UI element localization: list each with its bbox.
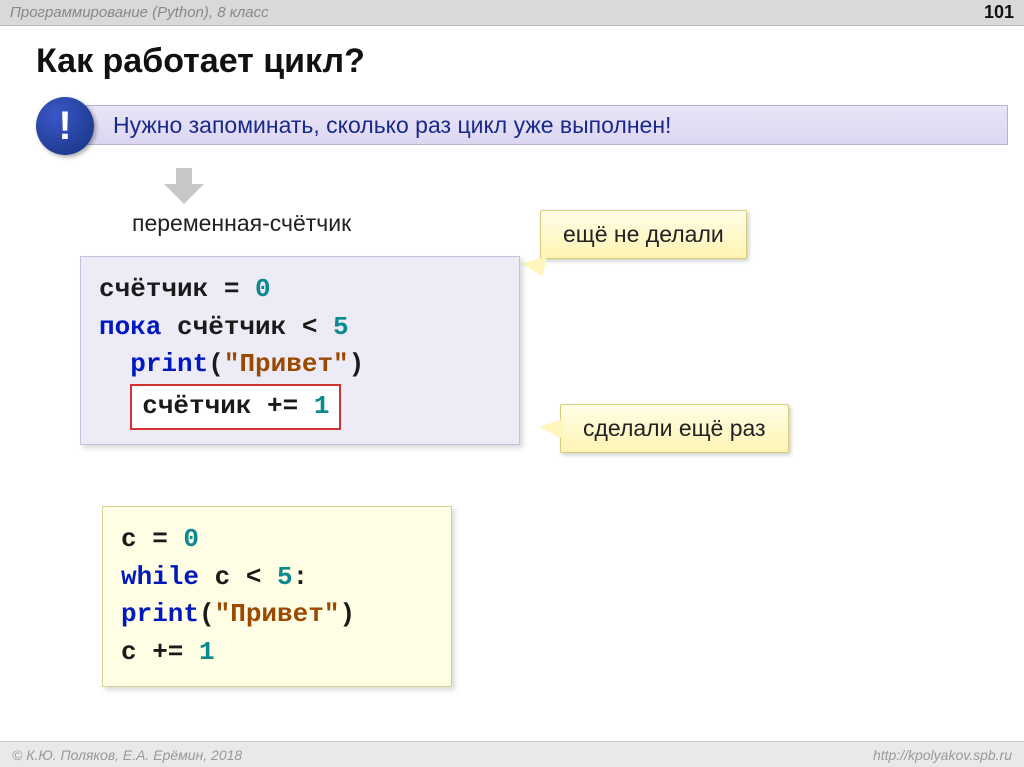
callout-done-again: сделали ещё раз	[560, 404, 789, 453]
exclamation-icon: !	[36, 97, 94, 155]
pseudocode-box: счётчик = 0 пока счётчик < 5 print("Прив…	[80, 256, 520, 445]
callout-not-done: ещё не делали	[540, 210, 747, 259]
copyright-text: © К.Ю. Поляков, Е.А. Ерёмин, 2018	[12, 747, 242, 763]
info-banner: Нужно запоминать, сколько раз цикл уже в…	[36, 97, 1008, 151]
pseudo-line-3: print("Привет")	[99, 346, 501, 384]
page-number: 101	[984, 2, 1014, 23]
counter-caption: переменная-счётчик	[132, 210, 351, 237]
pseudo-line-2: пока счётчик < 5	[99, 309, 501, 347]
pseudo-line-1: счётчик = 0	[99, 271, 501, 309]
slide-title: Как работает цикл?	[0, 26, 1024, 91]
subject-label: Программирование (Python), 8 класс	[10, 4, 269, 21]
slide-header: Программирование (Python), 8 класс 101	[0, 0, 1024, 26]
source-url-text: http://kpolyakov.spb.ru	[873, 747, 1012, 763]
arrow-down-icon	[164, 168, 204, 206]
py-line-3: print("Привет")	[121, 596, 433, 634]
banner-text: Нужно запоминать, сколько раз цикл уже в…	[113, 112, 671, 139]
slide-footer: © К.Ю. Поляков, Е.А. Ерёмин, 2018 http:/…	[0, 741, 1024, 767]
python-code-box: c = 0 while c < 5: print("Привет") c += …	[102, 506, 452, 687]
py-line-2: while c < 5:	[121, 559, 433, 597]
py-line-1: c = 0	[121, 521, 433, 559]
py-line-4: c += 1	[121, 634, 433, 672]
pseudo-line-4: счётчик += 1	[99, 384, 501, 430]
